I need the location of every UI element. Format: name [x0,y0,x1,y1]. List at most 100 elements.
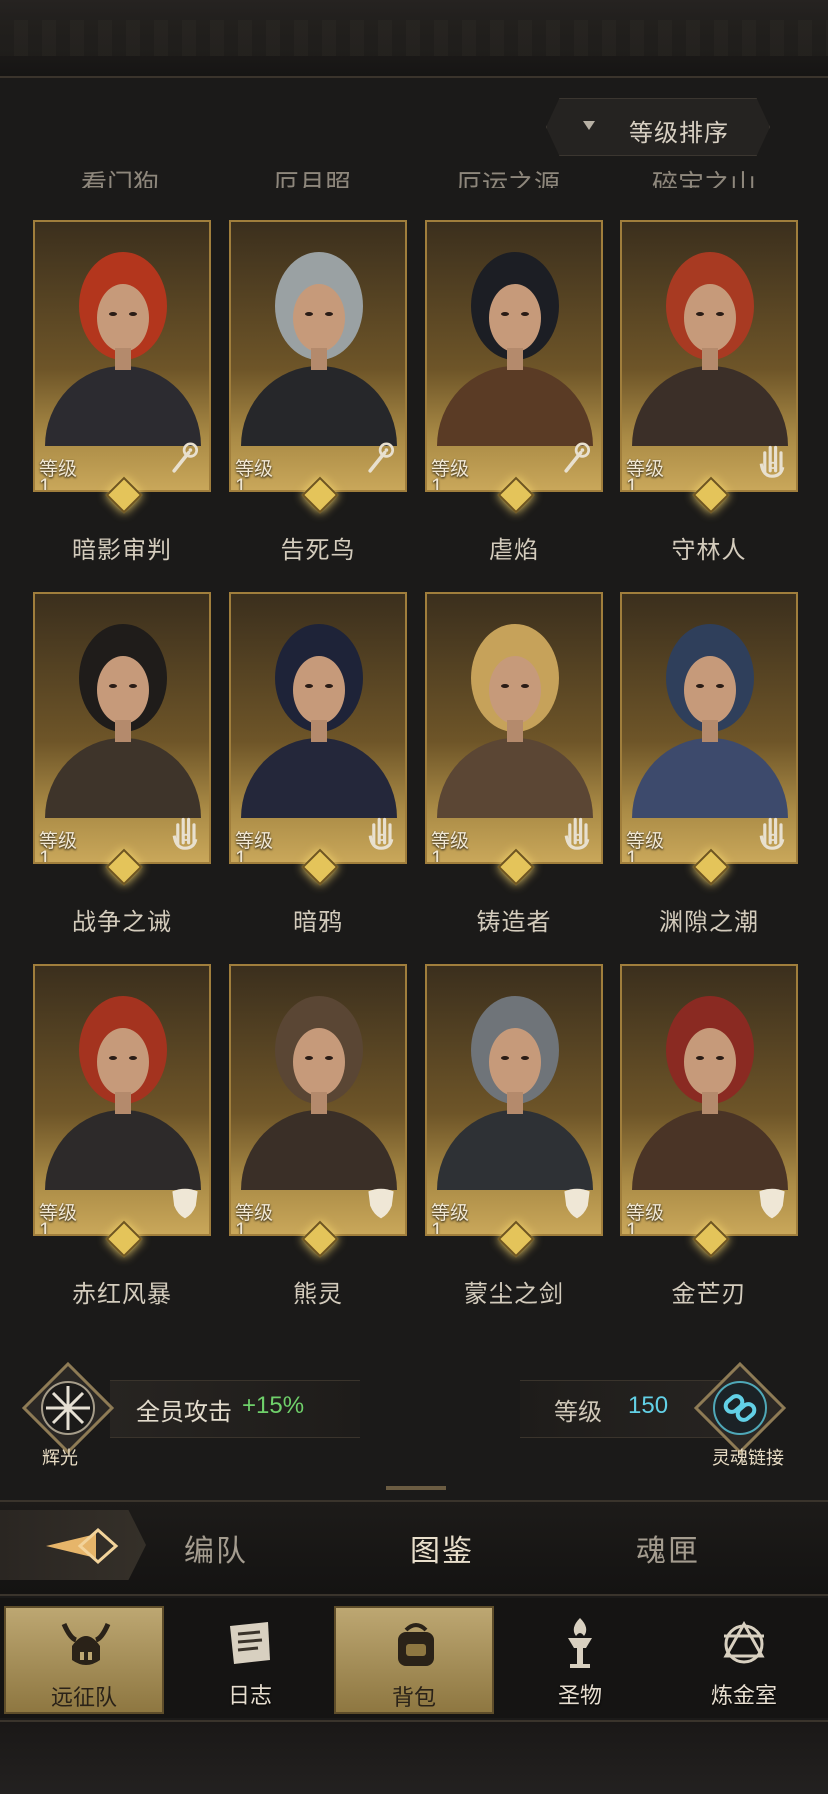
tab-formation[interactable]: 编队 [184,1526,248,1570]
hero-name: 虐焰 [489,537,539,564]
hero-name: 金芒刃 [671,1281,747,1308]
attack-bonus-text: 全员攻击 [136,1399,232,1426]
attack-bonus-value: +15% [242,1392,305,1419]
level-value: 150 [628,1392,669,1419]
shield-icon [368,1188,394,1219]
dropdown-arrow-icon [583,121,595,130]
viking-helmet-icon [61,1622,111,1665]
tab-collection[interactable]: 图鉴 [410,1526,474,1570]
nav-label: 背包 [391,1685,436,1710]
hero-card[interactable]: 等级 1 [229,964,407,1236]
hero-portrait [632,996,788,1190]
hero-portrait [437,996,593,1190]
hero-name: 战争之诫 [72,909,172,936]
hero-card[interactable]: 等级 1 [425,220,603,492]
hero-card[interactable]: 等级 1 [33,220,211,492]
staff-icon [368,442,395,473]
tab-soul-box[interactable]: 魂匣 [636,1526,700,1570]
radiance-emblem-icon [21,1361,115,1455]
back-arrow-icon [46,1527,119,1565]
hero-portrait [632,252,788,446]
hero-card[interactable]: 等级 1 [229,592,407,864]
hero-card[interactable]: 等级 1 [620,220,798,492]
hero-level: 1 [431,847,443,864]
hero-level: 1 [235,475,247,492]
palm-icon [759,817,785,850]
hero-card[interactable]: 等级 1 [33,592,211,864]
palm-icon [172,817,198,850]
hero-card[interactable]: 等级 1 [229,220,407,492]
nav-label: 远征队 [50,1685,117,1710]
hero-card[interactable]: 等级 1 [620,964,798,1236]
hero-name: 赤红风暴 [72,1281,172,1308]
divider [386,1486,446,1490]
palm-icon [564,817,590,850]
staff-icon [172,442,199,473]
hero-portrait [241,996,397,1190]
hero-level: 1 [39,475,51,492]
nav-journal[interactable]: 日志 [170,1606,330,1714]
hero-name: 厄运之源 [455,169,560,188]
radiance-label: 辉光 [42,1448,78,1468]
bottom-frame [0,1720,828,1794]
hero-level: 1 [626,1219,638,1236]
nav-relics[interactable]: 圣物 [500,1606,660,1714]
soul-link-emblem[interactable] [692,1360,788,1456]
palm-icon [759,445,785,478]
hero-card[interactable]: 等级 1 [620,592,798,864]
hero-level: 1 [431,475,443,492]
shield-icon [172,1188,198,1219]
hero-card[interactable]: 等级 1 [425,592,603,864]
scrolled-off-names-row: 看门狗 厄月照 厄运之源 碎宝之山 [0,160,828,188]
nav-label: 圣物 [557,1683,602,1708]
alchemy-icon [723,1620,765,1664]
sort-by-level-button[interactable]: 等级排序 [546,98,770,156]
hero-name: 碎宝之山 [651,169,756,188]
hero-level: 1 [235,847,247,864]
backpack-icon [398,1623,434,1666]
hero-name: 暗鸦 [293,909,343,936]
bottom-navigation: 远征队 日志 背包 圣物 炼金室 [0,1598,828,1718]
nav-expedition[interactable]: 远征队 [4,1606,164,1714]
hero-level: 1 [235,1219,247,1236]
staff-icon [564,442,591,473]
hero-card[interactable]: 等级 1 [33,964,211,1236]
hero-level: 1 [39,847,51,864]
shield-icon [759,1188,785,1219]
level-label: 等级 [554,1399,602,1426]
hero-portrait [632,624,788,818]
hero-level: 1 [431,1219,443,1236]
shield-icon [564,1188,590,1219]
hero-name: 暗影审判 [72,537,172,564]
hero-name: 渊隙之潮 [659,909,759,936]
hero-name: 看门狗 [80,169,159,188]
torch-icon [568,1618,592,1668]
back-button[interactable] [0,1510,146,1580]
palm-icon [368,817,394,850]
hero-name: 熊灵 [293,1281,343,1308]
hero-portrait [45,252,201,446]
hero-portrait [241,624,397,818]
hero-portrait [45,996,201,1190]
soul-link-label: 灵魂链接 [712,1448,784,1468]
hero-level: 1 [39,1219,51,1236]
nav-label: 炼金室 [710,1683,777,1708]
hero-level: 1 [626,847,638,864]
hero-name: 铸造者 [476,909,552,936]
nav-label: 日志 [227,1683,272,1708]
hero-portrait [437,624,593,818]
collection-bonus-bar: 辉光 全员攻击 +15% 等级 150 灵魂链接 [20,1356,808,1468]
hero-name: 厄月照 [272,169,351,188]
hero-card[interactable]: 等级 1 [425,964,603,1236]
hero-level: 1 [626,475,638,492]
hero-portrait [437,252,593,446]
collection-tab-bar: 编队 图鉴 魂匣 [0,1500,828,1596]
hero-name: 告死鸟 [280,537,356,564]
hero-portrait [45,624,201,818]
soul-link-icon [693,1361,787,1455]
nav-backpack[interactable]: 背包 [334,1606,494,1714]
sort-label: 等级排序 [629,120,729,147]
nav-alchemy-room[interactable]: 炼金室 [664,1606,824,1714]
radiance-emblem[interactable] [20,1360,116,1456]
top-frame [0,0,828,78]
